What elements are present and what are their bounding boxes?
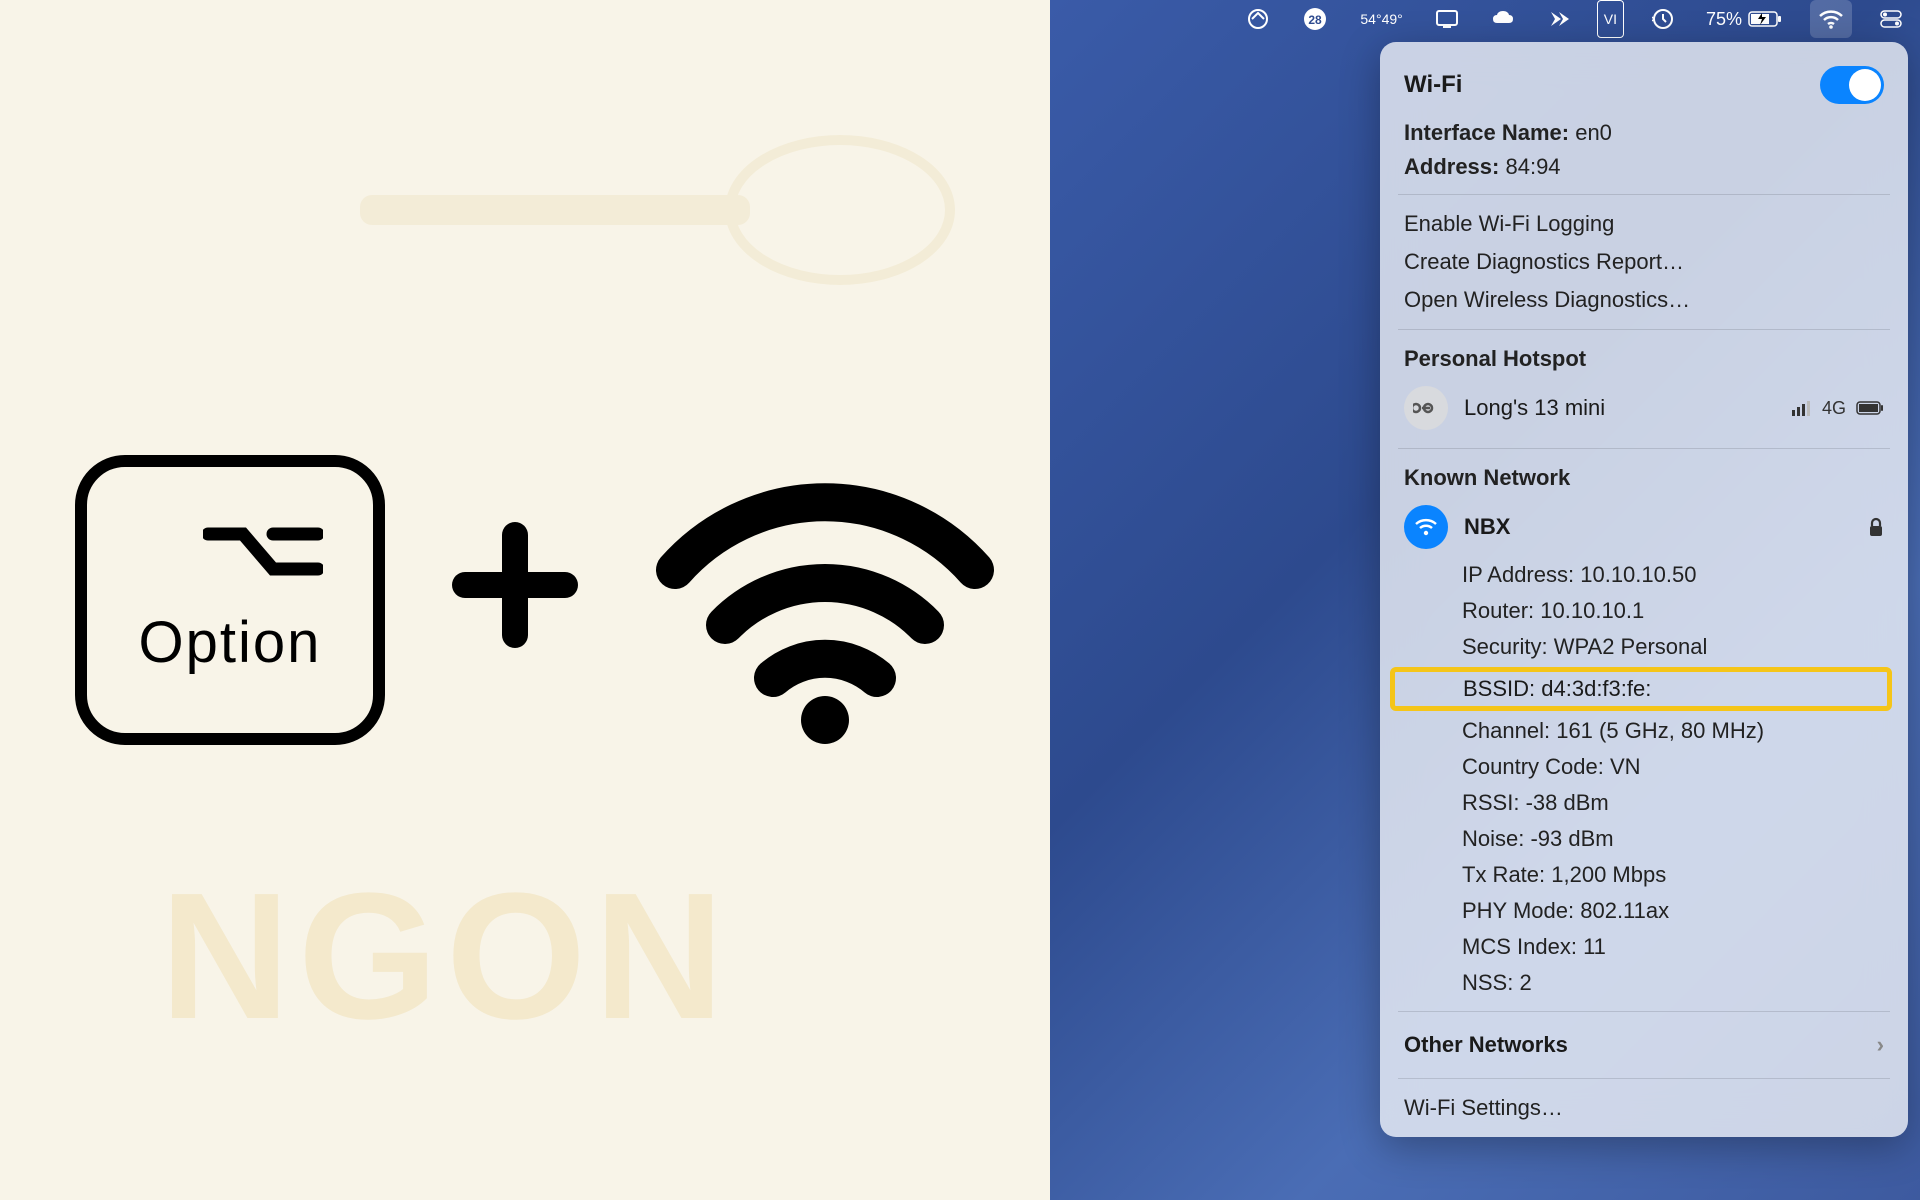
menubar-wifi-icon[interactable] bbox=[1810, 0, 1852, 38]
mcs-index-row: MCS Index: 11 bbox=[1380, 929, 1908, 965]
bssid-highlight-box: BSSID: d4:3d:f3:fe: bbox=[1390, 667, 1892, 711]
menubar-battery[interactable]: 75% bbox=[1702, 0, 1786, 38]
router-row: Router: 10.10.10.1 bbox=[1380, 593, 1908, 629]
menubar-display-icon[interactable] bbox=[1431, 0, 1463, 38]
chevron-right-icon: › bbox=[1877, 1032, 1884, 1058]
known-network-row[interactable]: NBX bbox=[1380, 497, 1908, 557]
macos-screenshot: 28 54° 49° VI 75% bbox=[1050, 0, 1920, 1200]
ip-address-row: IP Address: 10.10.10.50 bbox=[1380, 557, 1908, 593]
rssi-row: RSSI: -38 dBm bbox=[1380, 785, 1908, 821]
known-network-name: NBX bbox=[1464, 514, 1852, 540]
divider bbox=[1398, 1078, 1890, 1079]
plus-icon bbox=[445, 508, 585, 692]
hotspot-network-type: 4G bbox=[1822, 398, 1846, 419]
option-key-label: Option bbox=[139, 609, 322, 676]
menubar-input-source[interactable]: VI bbox=[1597, 0, 1624, 38]
hotspot-name: Long's 13 mini bbox=[1464, 395, 1776, 421]
menubar-temperature[interactable]: 54° 49° bbox=[1356, 0, 1406, 38]
open-wireless-diagnostics-item[interactable]: Open Wireless Diagnostics… bbox=[1380, 281, 1908, 319]
signal-bars-icon bbox=[1792, 400, 1812, 416]
noise-row: Noise: -93 dBm bbox=[1380, 821, 1908, 857]
country-code-row: Country Code: VN bbox=[1380, 749, 1908, 785]
instruction-panel: Option NGON bbox=[0, 0, 1050, 1200]
hotspot-device-row[interactable]: Long's 13 mini 4G bbox=[1380, 378, 1908, 438]
wifi-toggle[interactable] bbox=[1820, 66, 1884, 104]
svg-text:28: 28 bbox=[1309, 13, 1323, 27]
divider bbox=[1398, 448, 1890, 449]
personal-hotspot-heading: Personal Hotspot bbox=[1380, 340, 1908, 378]
security-row: Security: WPA2 Personal bbox=[1380, 629, 1908, 665]
menubar-app-icon[interactable] bbox=[1242, 0, 1274, 38]
divider bbox=[1398, 329, 1890, 330]
option-key-illustration: Option bbox=[75, 455, 385, 745]
channel-row: Channel: 161 (5 GHz, 80 MHz) bbox=[1380, 713, 1908, 749]
wifi-dropdown-panel: Wi-Fi Interface Name: en0 Address: 84:94… bbox=[1380, 42, 1908, 1137]
phy-mode-row: PHY Mode: 802.11ax bbox=[1380, 893, 1908, 929]
option-key-symbol-icon bbox=[203, 524, 323, 579]
battery-icon bbox=[1856, 401, 1884, 415]
address-row: Address: 84:94 bbox=[1380, 150, 1908, 184]
menubar-calendar-icon[interactable]: 28 bbox=[1298, 0, 1332, 38]
watermark-text: NGON bbox=[160, 853, 732, 1060]
nss-row: NSS: 2 bbox=[1380, 965, 1908, 1001]
tx-rate-row: Tx Rate: 1,200 Mbps bbox=[1380, 857, 1908, 893]
wifi-panel-title: Wi-Fi bbox=[1404, 71, 1462, 99]
other-networks-item[interactable]: Other Networks › bbox=[1380, 1022, 1908, 1068]
wifi-large-icon bbox=[645, 450, 1005, 750]
enable-wifi-logging-item[interactable]: Enable Wi-Fi Logging bbox=[1380, 205, 1908, 243]
menubar-cloud-icon[interactable] bbox=[1487, 0, 1519, 38]
wifi-connected-icon bbox=[1404, 505, 1448, 549]
lock-icon bbox=[1868, 517, 1884, 537]
interface-name-row: Interface Name: en0 bbox=[1380, 116, 1908, 150]
divider bbox=[1398, 1011, 1890, 1012]
create-diagnostics-report-item[interactable]: Create Diagnostics Report… bbox=[1380, 243, 1908, 281]
divider bbox=[1398, 194, 1890, 195]
menubar-arrow-icon[interactable] bbox=[1543, 0, 1573, 38]
wifi-settings-item[interactable]: Wi-Fi Settings… bbox=[1380, 1089, 1908, 1127]
menubar-control-center-icon[interactable] bbox=[1876, 0, 1906, 38]
hotspot-chain-icon bbox=[1404, 386, 1448, 430]
known-network-heading: Known Network bbox=[1380, 459, 1908, 497]
menubar: 28 54° 49° VI 75% bbox=[1050, 0, 1920, 38]
watermark-spoon bbox=[320, 80, 970, 340]
menubar-timemachine-icon[interactable] bbox=[1648, 0, 1678, 38]
